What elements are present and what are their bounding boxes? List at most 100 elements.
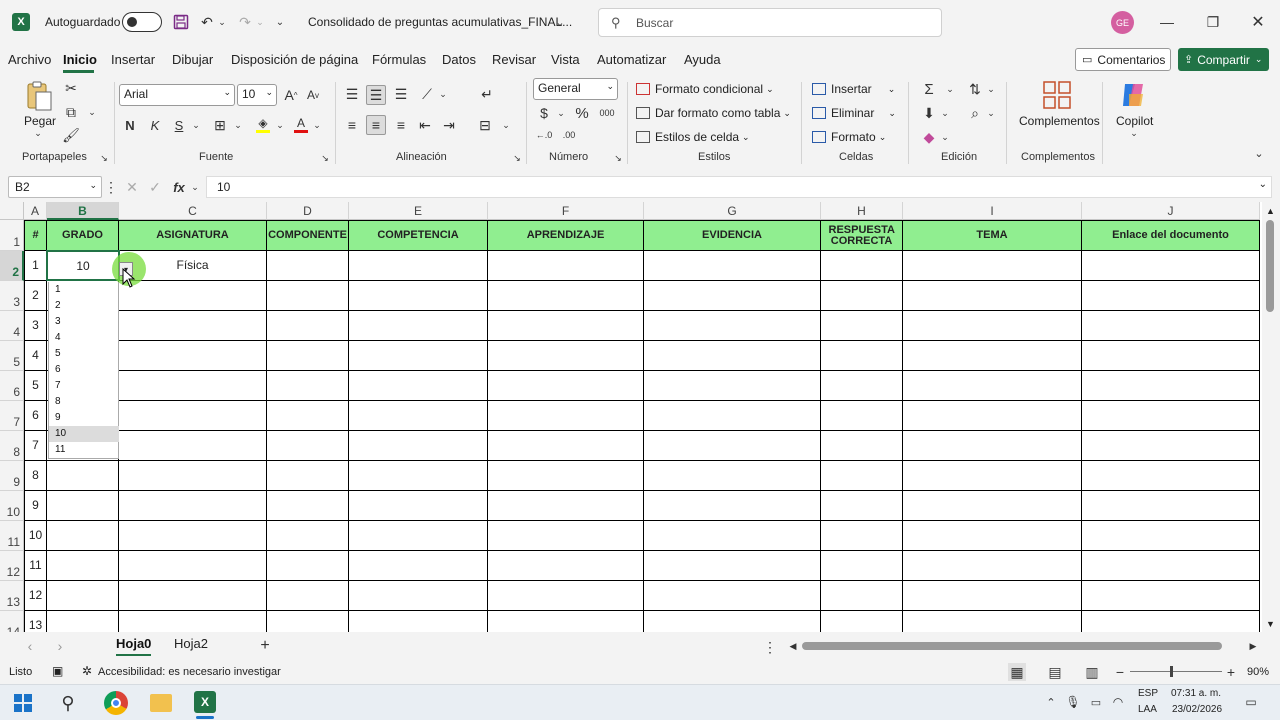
increase-font-icon[interactable]: A ^ <box>283 86 299 104</box>
redo-dropdown-icon[interactable]: ⌄ <box>255 12 265 32</box>
autosum-dropdown-icon[interactable]: ⌄ <box>945 80 955 98</box>
copy-icon[interactable]: ⧉ <box>63 104 79 120</box>
menu-disposicion[interactable]: Disposición de página <box>231 52 358 67</box>
underline-dropdown-icon[interactable]: ⌄ <box>191 116 201 134</box>
align-top-icon[interactable]: ☰ <box>343 85 361 103</box>
redo-icon[interactable]: ↷ <box>235 12 255 32</box>
tabs-options-icon[interactable]: ⋮ <box>763 638 777 656</box>
restore-icon[interactable]: ❐ <box>1202 12 1224 32</box>
delete-cells-button[interactable]: Eliminar ⌄ <box>812 104 896 122</box>
row-header-5[interactable]: 5 <box>0 341 24 371</box>
row-header-6[interactable]: 6 <box>0 371 24 401</box>
font-color-icon[interactable]: A <box>292 114 310 134</box>
zoom-in-icon[interactable]: + <box>1225 663 1237 681</box>
number-format-select[interactable]: General ⌄ <box>533 78 618 100</box>
tab-hoja0[interactable]: Hoja0 <box>116 636 151 651</box>
confirm-entry-icon[interactable]: ✓ <box>147 178 163 196</box>
font-size-select[interactable]: 10 ⌄ <box>237 84 277 106</box>
merge-dropdown-icon[interactable]: ⌄ <box>501 116 511 134</box>
windows-start-icon[interactable] <box>14 694 32 712</box>
header-grado[interactable]: GRADO <box>47 220 119 251</box>
format-cells-button[interactable]: Formato ⌄ <box>812 128 886 146</box>
font-color-dropdown-icon[interactable]: ⌄ <box>312 116 322 134</box>
cell-a11[interactable]: 10 <box>25 528 46 542</box>
menu-formulas[interactable]: Fórmulas <box>372 52 426 67</box>
list-item[interactable]: 1 <box>49 282 119 298</box>
menu-archivo[interactable]: Archivo <box>8 52 51 67</box>
expand-formula-icon[interactable]: ⌄ <box>1259 179 1267 190</box>
sort-filter-icon[interactable]: ⇅ <box>966 80 984 98</box>
row-header-2[interactable]: 2 <box>0 251 24 281</box>
align-center-icon[interactable]: ≡ <box>366 115 386 135</box>
clipboard-launcher-icon[interactable]: ↘ <box>99 152 109 164</box>
header-hash[interactable]: # <box>24 220 47 251</box>
row-header-10[interactable]: 10 <box>0 491 24 521</box>
undo-icon[interactable]: ↶ <box>197 12 217 32</box>
cell-styles-button[interactable]: Estilos de celda ⌄ <box>636 128 750 146</box>
header-tema[interactable]: TEMA <box>903 220 1082 251</box>
copilot-label[interactable]: Copilot <box>1116 114 1153 128</box>
cancel-entry-icon[interactable]: ✕ <box>124 178 140 196</box>
cut-icon[interactable]: ✂ <box>63 80 79 96</box>
decrease-indent-icon[interactable]: ⇤ <box>416 116 434 134</box>
taskbar-search-icon[interactable]: ⚲ <box>56 691 80 715</box>
select-all-corner[interactable] <box>0 202 24 220</box>
list-item[interactable]: 6 <box>49 362 119 378</box>
wrap-text-icon[interactable]: ↵ <box>478 85 496 103</box>
active-cell-b2[interactable]: 10 <box>46 250 120 281</box>
row-header-9[interactable]: 9 <box>0 461 24 491</box>
row-header-14[interactable]: 14 <box>0 611 24 632</box>
cell-c2[interactable]: Física <box>119 258 266 272</box>
formula-input[interactable]: 10 ⌄ <box>206 176 1272 198</box>
page-break-icon[interactable]: ▥ <box>1083 663 1101 681</box>
autosum-icon[interactable]: Σ <box>920 80 938 98</box>
format-painter-icon[interactable]: 🖌 <box>62 127 80 143</box>
copilot-dropdown-icon[interactable]: ⌄ <box>1128 128 1140 138</box>
fill-color-dropdown-icon[interactable]: ⌄ <box>275 116 285 134</box>
fx-dropdown-icon[interactable]: ⌄ <box>190 178 200 196</box>
share-button[interactable]: ⇪ Compartir ⌄ <box>1178 48 1269 71</box>
accessibility-status[interactable]: Accesibilidad: es necesario investigar <box>98 666 281 678</box>
menu-inicio[interactable]: Inicio <box>63 52 97 67</box>
row-header-12[interactable]: 12 <box>0 551 24 581</box>
list-item[interactable]: 2 <box>49 298 119 314</box>
list-item[interactable]: 4 <box>49 330 119 346</box>
insert-cells-button[interactable]: Insertar ⌄ <box>812 80 895 98</box>
decrease-font-icon[interactable]: Av <box>305 86 321 104</box>
scroll-up-icon[interactable]: ▲ <box>1266 206 1275 216</box>
comma-style-icon[interactable]: 000 <box>598 104 616 122</box>
vertical-scrollbar[interactable]: ▲ ▼ <box>1262 202 1280 632</box>
header-competencia[interactable]: COMPETENCIA <box>349 220 488 251</box>
cell-a2[interactable]: 1 <box>25 258 46 272</box>
menu-insertar[interactable]: Insertar <box>111 52 155 67</box>
cell-a8[interactable]: 7 <box>25 438 46 452</box>
align-right-icon[interactable]: ≡ <box>392 116 410 134</box>
sort-filter-dropdown-icon[interactable]: ⌄ <box>986 80 996 98</box>
menu-ayuda[interactable]: Ayuda <box>684 52 721 67</box>
header-aprendizaje[interactable]: APRENDIZAJE <box>488 220 644 251</box>
italic-button[interactable]: K <box>147 116 163 134</box>
collapse-ribbon-icon[interactable]: ⌄ <box>1252 146 1266 160</box>
scroll-left-icon[interactable]: ◀ <box>788 638 798 654</box>
percent-icon[interactable]: % <box>574 104 590 122</box>
more-options-icon[interactable]: ⋮ <box>104 178 118 196</box>
copilot-icon[interactable] <box>1119 80 1149 110</box>
format-as-table-button[interactable]: Dar formato como tabla ⌄ <box>636 104 791 122</box>
minimize-icon[interactable]: — <box>1156 12 1178 32</box>
search-box[interactable]: ⚲ Buscar <box>598 8 942 37</box>
undo-dropdown-icon[interactable]: ⌄ <box>217 12 227 32</box>
cell-a7[interactable]: 6 <box>25 408 46 422</box>
font-launcher-icon[interactable]: ↘ <box>320 152 330 164</box>
cell-a10[interactable]: 9 <box>25 498 46 512</box>
clock-date[interactable]: 23/02/2026 <box>1172 704 1222 715</box>
paste-icon[interactable] <box>24 80 54 112</box>
normal-view-icon[interactable]: ▦ <box>1008 663 1026 681</box>
tab-hoja2[interactable]: Hoja2 <box>174 636 208 651</box>
menu-automatizar[interactable]: Automatizar <box>597 52 666 67</box>
col-header-f[interactable]: F <box>488 202 644 220</box>
horizontal-scroll-thumb[interactable] <box>802 642 1222 650</box>
next-sheet-icon[interactable]: › <box>54 638 66 654</box>
orientation-dropdown-icon[interactable]: ⌄ <box>438 85 448 103</box>
find-select-dropdown-icon[interactable]: ⌄ <box>986 104 996 122</box>
wifi-icon[interactable]: ◠ <box>1110 693 1126 711</box>
